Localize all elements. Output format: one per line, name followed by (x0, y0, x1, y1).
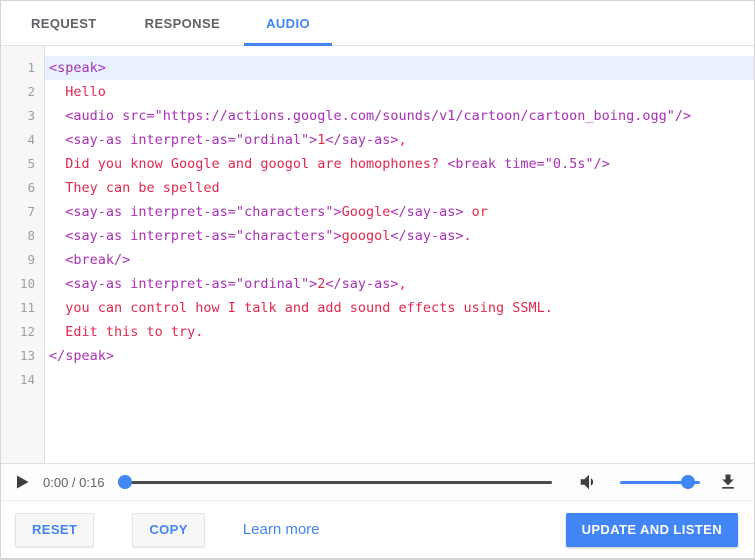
volume-button[interactable] (578, 471, 600, 493)
line-number: 12 (19, 324, 35, 339)
code-text-token: Edit this to try. (49, 324, 204, 340)
audio-player: 0:00 / 0:16 (1, 463, 754, 501)
line-number: 8 (27, 228, 35, 243)
code-line[interactable] (45, 368, 754, 392)
code-tag-token: </say-as> (390, 204, 464, 220)
code-line[interactable]: Edit this to try. (45, 320, 754, 344)
code-area[interactable]: <speak> Hello <audio src="https://action… (45, 46, 754, 463)
code-line[interactable]: you can control how I talk and add sound… (45, 296, 754, 320)
code-line[interactable]: <speak> (45, 56, 754, 80)
code-text-token: . (463, 228, 472, 244)
ssml-code-editor[interactable]: 1 2 3 4 5 6 7 8 9 10 11 12 13 14 <speak> Hello <audio… (1, 46, 754, 463)
code-text-token: Hello (49, 84, 106, 100)
tab-response[interactable]: RESPONSE (121, 1, 244, 45)
code-text-token: Google (341, 204, 391, 220)
line-number: 4 (27, 132, 35, 147)
ssml-audio-panel: REQUEST RESPONSE AUDIO 1 2 3 4 5 6 7 8 9 10 11 12 13… (0, 0, 755, 560)
tab-bar: REQUEST RESPONSE AUDIO (1, 1, 754, 46)
update-and-listen-button[interactable]: UPDATE AND LISTEN (565, 512, 738, 547)
line-number: 3 (27, 108, 35, 123)
seek-thumb[interactable] (118, 475, 133, 489)
code-tag-token: </say-as> (325, 276, 399, 292)
code-line[interactable]: They can be spelled (45, 176, 754, 200)
play-button[interactable] (15, 472, 35, 492)
code-tag-token: </say-as> (390, 228, 464, 244)
code-line[interactable]: <break/> (45, 248, 754, 272)
code-line[interactable]: Hello (45, 80, 754, 104)
code-text-token: or (463, 204, 488, 220)
line-number: 9 (27, 252, 35, 267)
line-number: 13 (19, 348, 35, 363)
code-line[interactable]: <say-as interpret-as="characters">Google… (45, 200, 754, 224)
volume-thumb[interactable] (680, 475, 695, 489)
volume-slider[interactable] (620, 475, 700, 489)
line-number: 6 (27, 180, 35, 195)
code-line[interactable]: <say-as interpret-as="characters">googol… (45, 224, 754, 248)
volume-icon (580, 474, 594, 490)
learn-more-link[interactable]: Learn more (243, 521, 320, 538)
line-number: 5 (27, 156, 35, 171)
code-text-token: Did you know Google and googol are homop… (49, 156, 448, 172)
code-text-token: googol (341, 228, 391, 244)
code-text-token: They can be spelled (49, 180, 220, 196)
code-line[interactable]: <audio src="https://actions.google.com/s… (45, 104, 754, 128)
line-number: 2 (27, 84, 35, 99)
line-number: 7 (27, 204, 35, 219)
code-tag-token: </say-as> (325, 132, 399, 148)
code-tag-token: </speak> (49, 348, 115, 364)
time-display: 0:00 / 0:16 (43, 474, 105, 490)
download-icon (722, 474, 734, 489)
code-tag-token: <say-as interpret-as="ordinal"> (49, 276, 318, 292)
code-text-token: , (398, 132, 407, 148)
code-line[interactable]: Did you know Google and googol are homop… (45, 152, 754, 176)
line-number-gutter: 1 2 3 4 5 6 7 8 9 10 11 12 13 14 (1, 46, 45, 463)
tab-audio[interactable]: AUDIO (244, 1, 332, 46)
code-line[interactable]: <say-as interpret-as="ordinal">2</say-as… (45, 272, 754, 296)
seek-track[interactable] (118, 480, 552, 484)
line-number: 14 (19, 372, 35, 387)
tab-request[interactable]: REQUEST (7, 1, 121, 45)
code-tag-token: <break/> (49, 252, 131, 268)
code-tag-token: <audio src="https://actions.google.com/s… (49, 108, 692, 124)
code-text-token: you can control how I talk and add sound… (49, 300, 553, 316)
code-tag-token: <speak> (49, 60, 106, 76)
code-line[interactable]: </speak> (45, 344, 754, 368)
line-number: 11 (19, 300, 35, 315)
play-icon (17, 475, 29, 489)
seek-slider[interactable] (118, 475, 552, 489)
code-tag-token: <say-as interpret-as="ordinal"> (49, 132, 318, 148)
code-tag-token: <say-as interpret-as="characters"> (49, 204, 342, 220)
line-number: 1 (27, 60, 35, 75)
code-tag-token: <break time="0.5s"/> (447, 156, 610, 172)
reset-button[interactable]: RESET (15, 512, 95, 547)
code-line[interactable]: <say-as interpret-as="ordinal">1</say-as… (45, 128, 754, 152)
code-text-token: , (398, 276, 407, 292)
code-tag-token: <say-as interpret-as="characters"> (49, 228, 342, 244)
download-button[interactable] (718, 472, 738, 492)
copy-button[interactable]: COPY (132, 512, 205, 547)
line-number: 10 (19, 276, 35, 291)
footer-bar: RESET COPY Learn more UPDATE AND LISTEN (1, 501, 754, 558)
